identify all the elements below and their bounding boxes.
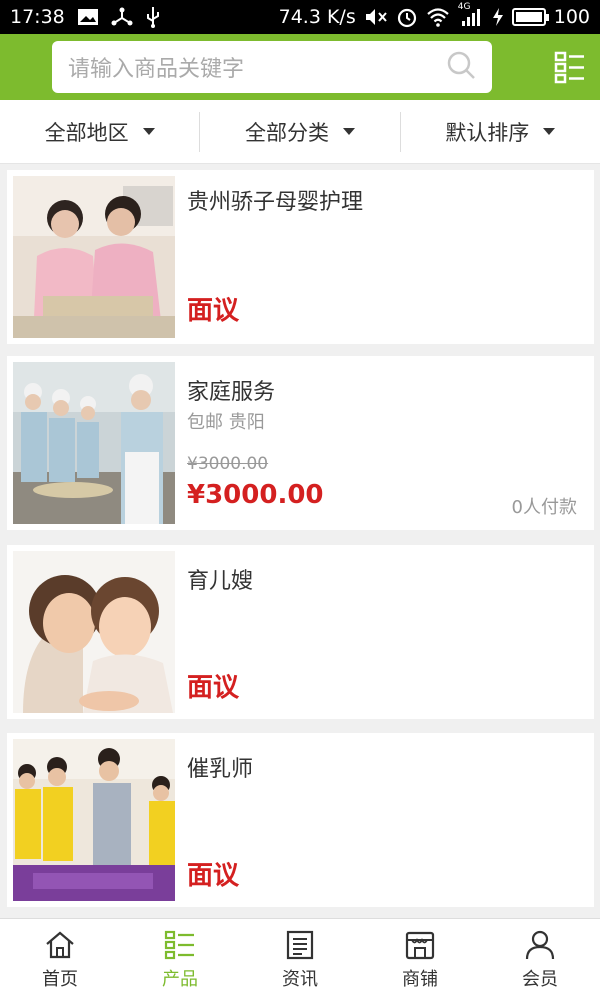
product-tags: 包邮 贵阳 [187, 412, 265, 433]
product-image [13, 362, 175, 524]
product-price: 面议 [187, 861, 240, 891]
filter-region-label: 全部地区 [44, 120, 129, 145]
search-placeholder: 请输入商品关键字 [68, 57, 245, 82]
product-title[interactable]: 催乳师 [187, 751, 253, 783]
tab-shop-label: 商铺 [402, 968, 438, 990]
status-time: 17:38 [10, 6, 65, 28]
tab-news-label: 资讯 [282, 968, 318, 990]
usb-icon [145, 6, 161, 28]
tab-home-label: 首页 [42, 968, 78, 990]
product-price: 面议 [187, 296, 240, 326]
search-icon[interactable] [446, 50, 476, 84]
product-price: 面议 [187, 673, 240, 703]
gallery-notification-icon [77, 6, 99, 28]
filter-sort-label: 默认排序 [445, 120, 530, 145]
alarm-icon [396, 6, 418, 28]
product-card[interactable]: 家庭服务 包邮 贵阳 ¥3000.00 ¥3000.00 0人付款 [7, 356, 594, 530]
tab-member-label: 会员 [522, 968, 558, 990]
tab-products-label: 产品 [162, 968, 198, 990]
mute-icon [364, 6, 388, 28]
product-card[interactable]: 贵州骄子母婴护理 面议 [7, 170, 594, 344]
home-icon [46, 931, 74, 958]
battery-icon [511, 8, 549, 26]
user-icon [525, 930, 555, 959]
product-price: ¥3000.00 [187, 480, 324, 510]
shop-icon [405, 931, 435, 959]
product-paid-count: 0人付款 [511, 497, 577, 518]
news-icon [286, 930, 314, 959]
caret-down-icon [543, 128, 556, 135]
product-card[interactable]: 催乳师 面议 [7, 733, 594, 907]
filter-sort[interactable]: 默认排序 [399, 111, 600, 152]
charging-icon [492, 6, 504, 28]
battery-level: 100 [553, 6, 590, 28]
tab-news[interactable]: 资讯 [240, 919, 360, 1000]
share-notification-icon [111, 6, 133, 28]
product-card[interactable]: 育儿嫂 面议 [7, 545, 594, 719]
product-title[interactable]: 育儿嫂 [187, 563, 253, 595]
tab-member[interactable]: 会员 [480, 919, 600, 1000]
network-speed: 74.3 K/s [278, 6, 356, 28]
product-list-icon [164, 930, 194, 959]
product-image [13, 551, 175, 713]
tab-shop[interactable]: 商铺 [360, 919, 480, 1000]
filter-bar: 全部地区 全部分类 默认排序 [0, 100, 600, 164]
search-input[interactable]: 请输入商品关键字 [52, 41, 492, 93]
product-image [13, 739, 175, 901]
filter-category-label: 全部分类 [244, 120, 329, 145]
product-title[interactable]: 贵州骄子母婴护理 [187, 184, 363, 216]
caret-down-icon [342, 128, 355, 135]
tab-home[interactable]: 首页 [0, 919, 120, 1000]
category-menu-icon[interactable] [552, 49, 588, 85]
tab-products[interactable]: 产品 [120, 919, 240, 1000]
network-type: 4G [457, 2, 471, 12]
filter-category[interactable]: 全部分类 [199, 111, 399, 152]
header-bar: 请输入商品关键字 [0, 34, 600, 100]
filter-region[interactable]: 全部地区 [0, 112, 199, 152]
bottom-tab-bar: 首页 产品 资讯 商铺 会员 [0, 918, 600, 1000]
signal-icon: 4G [458, 2, 484, 28]
product-image [13, 176, 175, 338]
caret-down-icon [142, 128, 155, 135]
product-title[interactable]: 家庭服务 [187, 374, 275, 406]
status-bar: 17:38 74.3 K/s 4G 100 [0, 0, 600, 34]
product-original-price: ¥3000.00 [187, 454, 269, 474]
wifi-icon [426, 6, 450, 28]
